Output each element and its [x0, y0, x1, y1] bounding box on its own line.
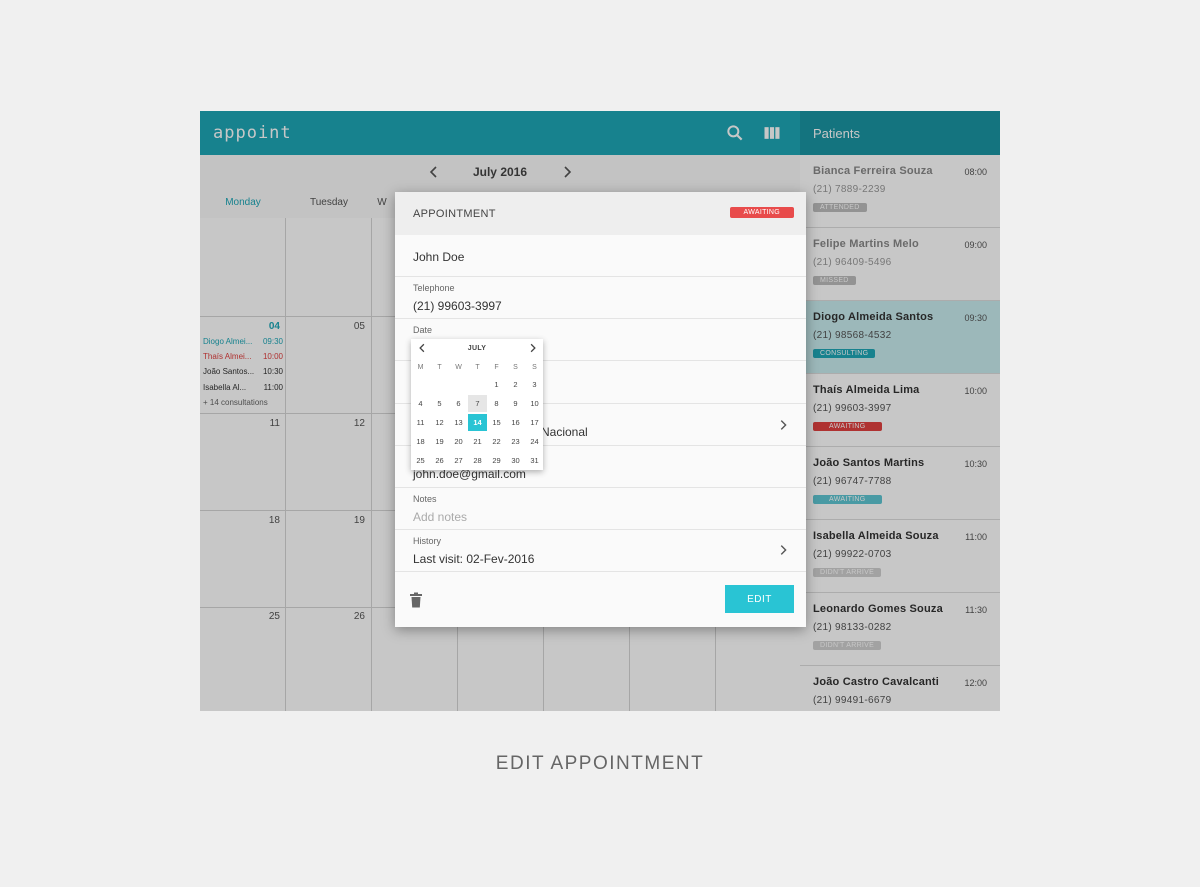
picker-day[interactable]: 25 [411, 452, 430, 469]
picker-day[interactable]: 26 [430, 452, 449, 469]
telephone-value: (21) 99603-3997 [413, 299, 502, 313]
date-label: Date [413, 325, 433, 335]
history-field[interactable]: History Last visit: 02-Fev-2016 [395, 530, 806, 572]
weekday-initial: T [437, 364, 442, 371]
picker-day[interactable]: 16 [506, 414, 525, 431]
picker-month: JULY [467, 345, 487, 352]
page-caption: EDIT APPOINTMENT [495, 753, 705, 774]
weekday-initial: S [513, 364, 518, 371]
history-label: History [413, 536, 442, 546]
picker-day[interactable]: 3 [525, 376, 544, 393]
picker-day[interactable]: 14 [468, 414, 487, 431]
picker-day[interactable]: 1 [487, 376, 506, 393]
picker-day[interactable]: 22 [487, 433, 506, 450]
picker-day[interactable]: 10 [525, 395, 544, 412]
weekday-initial: T [475, 364, 480, 371]
picker-day[interactable]: 2 [506, 376, 525, 393]
weekday-initial: W [455, 364, 462, 371]
picker-day[interactable]: 24 [525, 433, 544, 450]
patient-name-value: John Doe [413, 250, 465, 264]
picker-day[interactable]: 8 [487, 395, 506, 412]
picker-day[interactable]: 7 [468, 395, 487, 412]
notes-label: Notes [413, 494, 437, 504]
picker-day[interactable]: 13 [449, 414, 468, 431]
picker-day[interactable]: 23 [506, 433, 525, 450]
date-picker: JULY M T W T F S S 1 2 3 4 5 6 7 8 9 10 11 12 13 14 15… [411, 339, 543, 470]
dialog-header: APPOINTMENT AWAITING [395, 192, 806, 235]
picker-day[interactable]: 5 [430, 395, 449, 412]
picker-day[interactable]: 20 [449, 433, 468, 450]
picker-day[interactable]: 19 [430, 433, 449, 450]
weekday-initial: M [417, 364, 424, 371]
notes-field[interactable]: Notes Add notes [395, 488, 806, 530]
picker-day[interactable]: 27 [449, 452, 468, 469]
picker-day[interactable]: 9 [506, 395, 525, 412]
dialog-title: APPOINTMENT [413, 208, 496, 220]
history-value: Last visit: 02-Fev-2016 [413, 552, 535, 566]
app-window: appoint July 2016 Monday Tuesday W 04 05… [200, 111, 1000, 711]
picker-day[interactable]: 31 [525, 452, 544, 469]
picker-day[interactable]: 30 [506, 452, 525, 469]
telephone-field[interactable]: Telephone (21) 99603-3997 [395, 277, 806, 319]
picker-day[interactable]: 28 [468, 452, 487, 469]
picker-day[interactable]: 29 [487, 452, 506, 469]
delete-icon[interactable] [409, 592, 423, 608]
notes-placeholder: Add notes [413, 510, 468, 524]
picker-day[interactable]: 15 [487, 414, 506, 431]
chevron-right-icon[interactable] [776, 543, 790, 557]
picker-day[interactable]: 11 [411, 414, 430, 431]
weekday-initial: F [494, 364, 499, 371]
telephone-label: Telephone [413, 283, 455, 293]
picker-day[interactable]: 18 [411, 433, 430, 450]
status-badge: AWAITING [729, 207, 794, 218]
picker-day[interactable]: 12 [430, 414, 449, 431]
picker-day[interactable]: 6 [449, 395, 468, 412]
picker-day[interactable]: 21 [468, 433, 487, 450]
picker-day[interactable]: 17 [525, 414, 544, 431]
edit-button[interactable]: EDIT [725, 585, 794, 613]
insurance-value: Nacional [541, 425, 588, 439]
chevron-right-icon[interactable] [776, 418, 790, 432]
next-month-icon[interactable] [528, 343, 538, 353]
patient-name-field[interactable]: John Doe [395, 235, 806, 277]
weekday-initial: S [532, 364, 537, 371]
picker-day[interactable]: 4 [411, 395, 430, 412]
